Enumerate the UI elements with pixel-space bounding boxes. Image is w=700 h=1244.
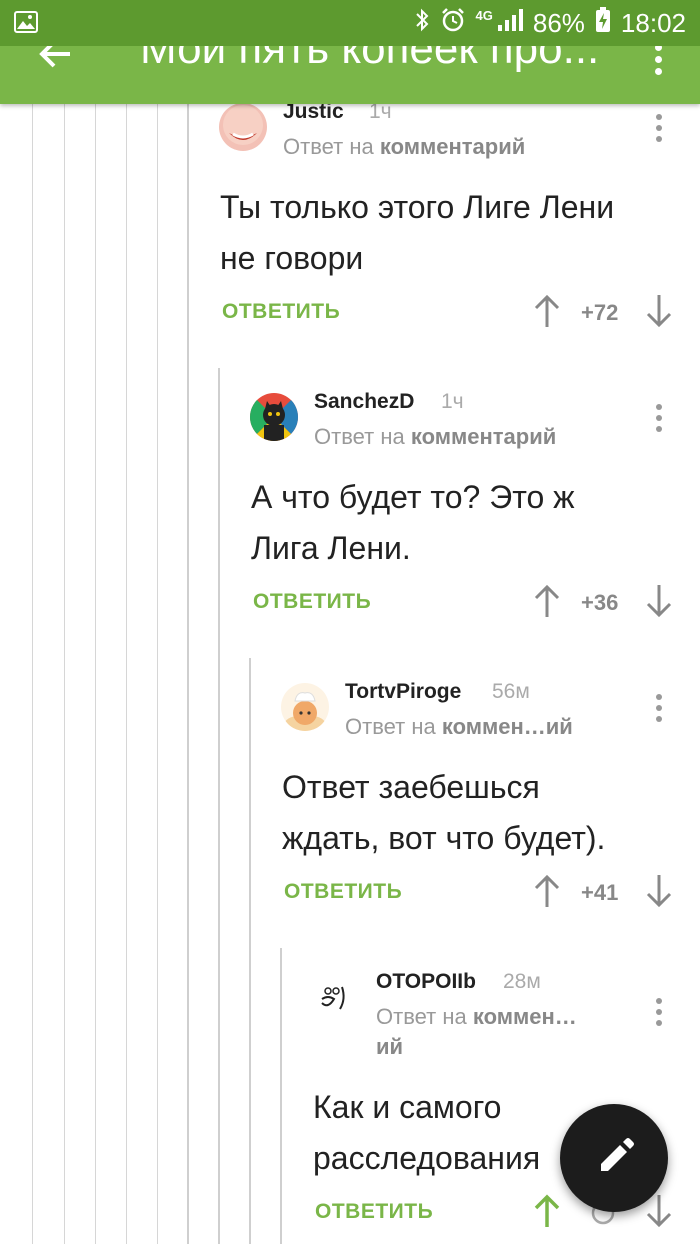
reply-button[interactable]: ОТВЕТИТЬ [253, 590, 371, 614]
downvote-icon[interactable] [646, 874, 672, 908]
upvote-icon[interactable] [534, 584, 560, 618]
alarm-icon [440, 7, 466, 40]
comment-text: А что будет то? Это ж Лига Лени. [251, 479, 575, 566]
avatar[interactable] [312, 973, 360, 1021]
thread-line [249, 658, 251, 1244]
thread-line [280, 948, 282, 1244]
comment-score: +41 [581, 880, 619, 905]
pencil-icon [601, 1138, 634, 1171]
status-bar: 4G 86% 18:02 [0, 0, 700, 46]
comment-menu-icon[interactable] [654, 694, 664, 728]
battery-charging-icon [595, 6, 611, 40]
comment-text: Как и самого расследования [313, 1089, 541, 1176]
reply-to[interactable]: Ответ на комментарий [314, 424, 556, 450]
comment-menu-icon[interactable] [654, 998, 664, 1032]
page-title: Мои пять копеек про... [140, 46, 600, 73]
overflow-menu-icon[interactable] [648, 46, 668, 75]
downvote-icon[interactable] [646, 294, 672, 328]
compose-button[interactable] [560, 1104, 668, 1212]
bluetooth-icon [414, 7, 430, 40]
thread-line [64, 104, 65, 1244]
thread-line [126, 104, 127, 1244]
reply-button[interactable]: ОТВЕТИТЬ [222, 300, 340, 324]
reply-to[interactable]: Ответ на коммен…ий [345, 714, 573, 740]
network-type: 4G [475, 7, 493, 23]
upvote-icon[interactable] [534, 874, 560, 908]
battery-percent: 86% [532, 7, 585, 38]
image-notification-icon [14, 11, 38, 33]
author-name[interactable]: SanchezD [314, 390, 414, 414]
signal-icon [497, 8, 523, 39]
reply-to[interactable]: Ответ на коммен… [376, 1004, 577, 1030]
author-name[interactable]: TortvPiroge [345, 680, 461, 704]
reply-to[interactable]: Ответ на комментарий [283, 134, 525, 160]
thread-line [157, 104, 158, 1244]
comment-text: Ответ заебешься ждать, вот что будет). [282, 769, 606, 856]
avatar[interactable] [250, 393, 298, 441]
avatar[interactable] [281, 683, 329, 731]
author-name[interactable]: OTOPOIIb [376, 970, 476, 994]
app-bar: Мои пять копеек про... [0, 46, 700, 104]
downvote-icon[interactable] [646, 584, 672, 618]
comment-time: 28м [503, 970, 541, 993]
thread-line [95, 104, 96, 1244]
reply-target-continued: ий [376, 1034, 404, 1059]
upvote-icon[interactable] [534, 294, 560, 328]
comment-text: Ты только этого Лиге Лени не говори [220, 189, 615, 276]
upvote-icon[interactable] [534, 1194, 560, 1228]
comment-time: 1ч [441, 390, 464, 413]
reply-button[interactable]: ОТВЕТИТЬ [315, 1200, 433, 1224]
avatar[interactable] [219, 103, 267, 151]
thread-line [32, 104, 33, 1244]
back-arrow-icon[interactable] [36, 46, 76, 74]
thread-line [187, 104, 189, 1244]
clock: 18:02 [620, 7, 686, 38]
thread-line [218, 368, 220, 1244]
reply-button[interactable]: ОТВЕТИТЬ [284, 880, 402, 904]
comment-score: +72 [581, 300, 619, 325]
comment-menu-icon[interactable] [654, 114, 664, 148]
comment-time: 56м [492, 680, 530, 703]
comment-score: +36 [581, 590, 619, 615]
comment-menu-icon[interactable] [654, 404, 664, 438]
